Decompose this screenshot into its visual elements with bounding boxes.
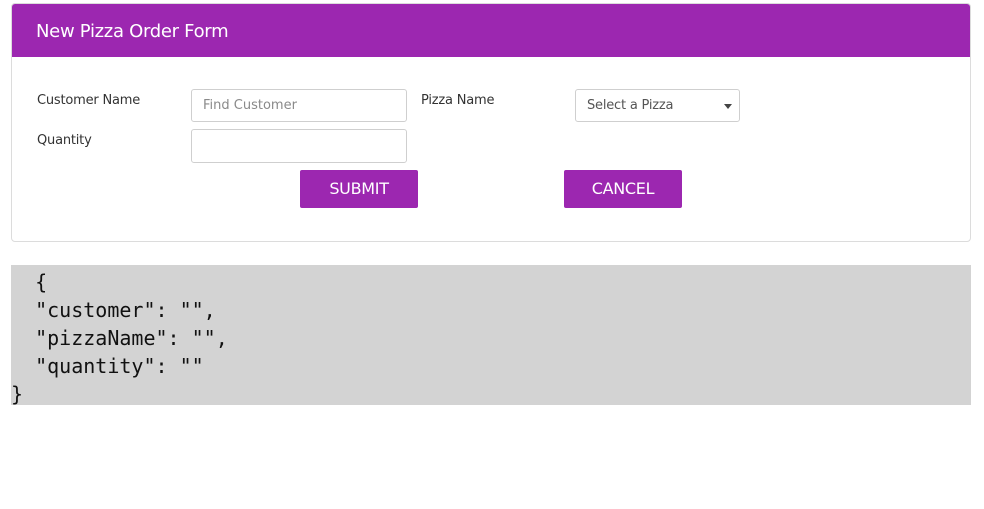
cancel-button[interactable]: CANCEL xyxy=(564,170,682,208)
submit-button[interactable]: SUBMIT xyxy=(300,170,418,208)
pizza-select-value: Select a Pizza xyxy=(587,98,674,113)
chevron-down-icon xyxy=(724,104,732,109)
customer-name-label: Customer Name xyxy=(37,93,141,108)
order-form-card: New Pizza Order Form Customer Name Pizza… xyxy=(11,3,971,242)
customer-search-input[interactable] xyxy=(191,89,407,122)
form-title: New Pizza Order Form xyxy=(36,21,229,42)
json-output-text: { "customer": "", "pizzaName": "", "quan… xyxy=(11,270,228,406)
quantity-input[interactable] xyxy=(191,129,407,163)
form-header: New Pizza Order Form xyxy=(12,4,970,57)
quantity-label: Quantity xyxy=(37,133,92,148)
pizza-select[interactable]: Select a Pizza xyxy=(575,89,740,122)
json-output-panel: { "customer": "", "pizzaName": "", "quan… xyxy=(11,265,971,406)
pizza-name-label: Pizza Name xyxy=(421,93,495,108)
